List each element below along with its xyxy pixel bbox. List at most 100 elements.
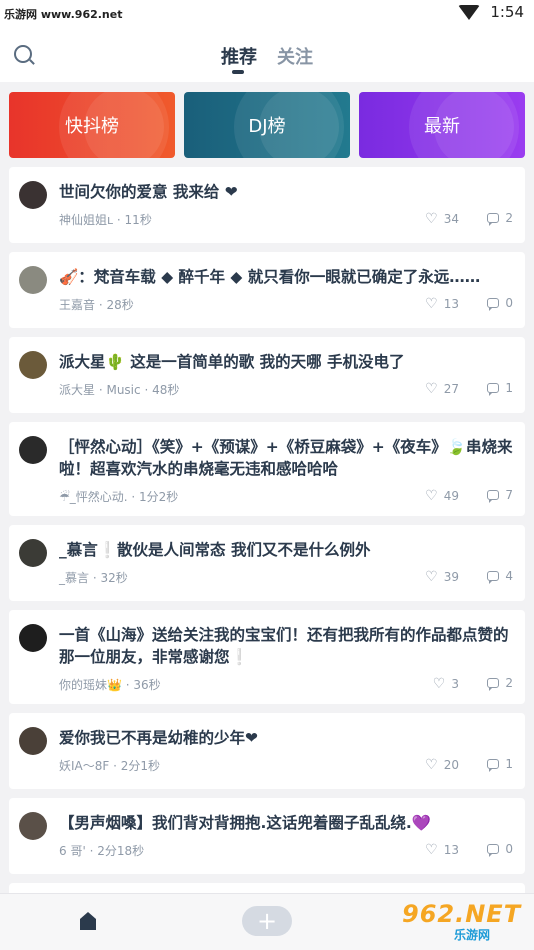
tab-follow[interactable]: 关注 <box>277 43 313 69</box>
post-author-line: 6 哥' · 2分18秒 <box>59 844 145 858</box>
post-title: ［怦然心动］《笑》+《预谋》+《桥豆麻袋》+《夜车》🍃串烧来啦！超喜欢汽水的串烧… <box>59 438 513 478</box>
post-meta: 你的瑶妹👑 · 36秒 ♡ 3 2 <box>59 676 513 692</box>
post-time: 48秒 <box>152 383 180 397</box>
like-count: 13 <box>443 843 459 857</box>
post-time: 28秒 <box>106 298 134 312</box>
feed-card[interactable]: 【男声烟嗓】我们背对背拥抱.这话兜着圈子乱乱绕.💜 6 哥' · 2分18秒 ♡… <box>9 798 525 874</box>
comment-icon <box>487 571 500 584</box>
comment-icon <box>487 490 500 503</box>
feed-card[interactable]: 爱你我已不再是幼稚的少年❤ 妖IA～8F · 2分1秒 ♡ 20 1 <box>9 713 525 789</box>
post-author[interactable]: 你的瑶妹👑 <box>59 678 122 692</box>
feed-card[interactable]: 派大星🌵 这是一首简单的歌 我的天哪 手机没电了 派大星 · Music · 4… <box>9 337 525 413</box>
post-author-line: 神仙姐姐ʟ · 11秒 <box>59 213 152 227</box>
post-author[interactable]: 神仙姐姐ʟ <box>59 213 113 227</box>
heart-icon: ♡ <box>425 757 438 773</box>
comment-count: 2 <box>505 676 513 690</box>
comment-count: 7 <box>505 488 513 502</box>
post-author[interactable]: 派大星 <box>59 383 95 397</box>
avatar[interactable] <box>19 266 47 294</box>
post-meta: 神仙姐姐ʟ · 11秒 ♡ 34 2 <box>59 211 513 227</box>
comment-stat[interactable]: 0 <box>487 296 513 311</box>
banner-latest[interactable]: 最新 <box>359 92 525 158</box>
post-meta: ☔_怦然心动. · 1分2秒 ♡ 49 7 <box>59 488 513 504</box>
like-stat[interactable]: ♡ 27 <box>425 381 459 397</box>
heart-icon: ♡ <box>425 842 438 858</box>
avatar[interactable] <box>19 351 47 379</box>
comment-stat[interactable]: 1 <box>487 757 513 772</box>
like-count: 13 <box>443 297 459 311</box>
post-author-line: 你的瑶妹👑 · 36秒 <box>59 678 161 692</box>
post-author[interactable]: ☔_怦然心动. <box>59 490 128 504</box>
comment-stat[interactable]: 4 <box>487 569 513 584</box>
post-time: 11秒 <box>124 213 152 227</box>
avatar[interactable] <box>19 812 47 840</box>
active-tab-indicator <box>232 70 244 74</box>
post-meta: 派大星 · Music · 48秒 ♡ 27 1 <box>59 381 513 397</box>
wifi-icon <box>458 4 481 20</box>
feed-card[interactable]: 世间欠你的爱意 我来给 ❤ 神仙姐姐ʟ · 11秒 ♡ 34 2 <box>9 167 525 243</box>
post-meta: 6 哥' · 2分18秒 ♡ 13 0 <box>59 842 513 858</box>
post-title: 🎻：梵音车载 ◆ 醉千年 ◆ 就只看你一眼就已确定了永远…… <box>59 268 481 286</box>
comment-stat[interactable]: 0 <box>487 842 513 857</box>
comment-icon <box>487 213 500 226</box>
like-count: 27 <box>443 382 459 396</box>
post-title: 【男声烟嗓】我们背对背拥抱.这话兜着圈子乱乱绕.💜 <box>59 814 432 832</box>
post-title: 世间欠你的爱意 我来给 ❤ <box>59 183 238 201</box>
post-title: 一首《山海》送给关注我的宝宝们！还有把我所有的作品都点赞的那一位朋友，非常感谢您… <box>59 626 509 666</box>
feed-list: 世间欠你的爱意 我来给 ❤ 神仙姐姐ʟ · 11秒 ♡ 34 2 🎻：梵音车载 ◆… <box>9 167 525 932</box>
avatar[interactable] <box>19 539 47 567</box>
like-stat[interactable]: ♡ 49 <box>425 488 459 504</box>
watermark-sub-text: 乐游网 <box>454 928 491 942</box>
home-icon[interactable] <box>78 910 98 932</box>
banner-label: 快抖榜 <box>65 116 119 137</box>
like-count: 39 <box>443 570 459 584</box>
post-meta: 妖IA～8F · 2分1秒 ♡ 20 1 <box>59 757 513 773</box>
heart-icon: ♡ <box>425 569 438 585</box>
like-count: 34 <box>443 212 459 226</box>
post-author-line: ☔_怦然心动. · 1分2秒 <box>59 490 179 504</box>
post-author[interactable]: _慕言 <box>59 571 89 585</box>
avatar[interactable] <box>19 181 47 209</box>
feed-card[interactable]: 🎻：梵音车载 ◆ 醉千年 ◆ 就只看你一眼就已确定了永远…… 王嘉音 · 28秒… <box>9 252 525 328</box>
like-stat[interactable]: ♡ 13 <box>425 296 459 312</box>
post-author[interactable]: 妖IA～8F <box>59 759 109 773</box>
comment-stat[interactable]: 1 <box>487 381 513 396</box>
feed-card[interactable]: ［怦然心动］《笑》+《预谋》+《桥豆麻袋》+《夜车》🍃串烧来啦！超喜欢汽水的串烧… <box>9 422 525 516</box>
post-author[interactable]: 6 哥' <box>59 844 86 858</box>
post-title: 爱你我已不再是幼稚的少年❤ <box>59 729 258 747</box>
post-author[interactable]: 王嘉音 <box>59 298 95 312</box>
post-time: 2分18秒 <box>97 844 145 858</box>
post-time: 2分1秒 <box>120 759 161 773</box>
status-right-group: 1:54 <box>458 3 524 21</box>
avatar[interactable] <box>19 624 47 652</box>
add-button[interactable]: + <box>242 906 292 936</box>
like-stat[interactable]: ♡ 34 <box>425 211 459 227</box>
heart-icon: ♡ <box>425 488 438 504</box>
avatar[interactable] <box>19 436 47 464</box>
like-count: 20 <box>443 758 459 772</box>
post-meta: _慕言 · 32秒 ♡ 39 4 <box>59 569 513 585</box>
comment-icon <box>487 298 500 311</box>
like-stat[interactable]: ♡ 13 <box>425 842 459 858</box>
status-time: 1:54 <box>490 3 524 21</box>
comment-stat[interactable]: 2 <box>487 676 513 691</box>
comment-stat[interactable]: 2 <box>487 211 513 226</box>
banner-kuaidou-chart[interactable]: 快抖榜 <box>9 92 175 158</box>
feed-card[interactable]: _慕言❕散伙是人间常态 我们又不是什么例外 _慕言 · 32秒 ♡ 39 4 <box>9 525 525 601</box>
like-stat[interactable]: ♡ 39 <box>425 569 459 585</box>
like-stat[interactable]: ♡ 20 <box>425 757 459 773</box>
banner-dj-chart[interactable]: DJ榜 <box>184 92 350 158</box>
post-time: 32秒 <box>100 571 128 585</box>
feed-card[interactable]: 一首《山海》送给关注我的宝宝们！还有把我所有的作品都点赞的那一位朋友，非常感谢您… <box>9 610 525 704</box>
avatar[interactable] <box>19 727 47 755</box>
status-site-text: 乐游网 www.962.net <box>4 8 123 21</box>
comment-stat[interactable]: 7 <box>487 488 513 503</box>
post-title: 派大星🌵 这是一首简单的歌 我的天哪 手机没电了 <box>59 353 405 371</box>
search-icon[interactable] <box>14 45 32 63</box>
status-bar: 乐游网 www.962.net 1:54 <box>0 0 534 30</box>
post-author-line: 派大星 · Music · 48秒 <box>59 383 180 397</box>
like-stat[interactable]: ♡ 3 <box>433 676 459 692</box>
post-author-line: _慕言 · 32秒 <box>59 571 128 585</box>
comment-count: 1 <box>505 757 513 771</box>
tab-recommend[interactable]: 推荐 <box>221 43 257 69</box>
